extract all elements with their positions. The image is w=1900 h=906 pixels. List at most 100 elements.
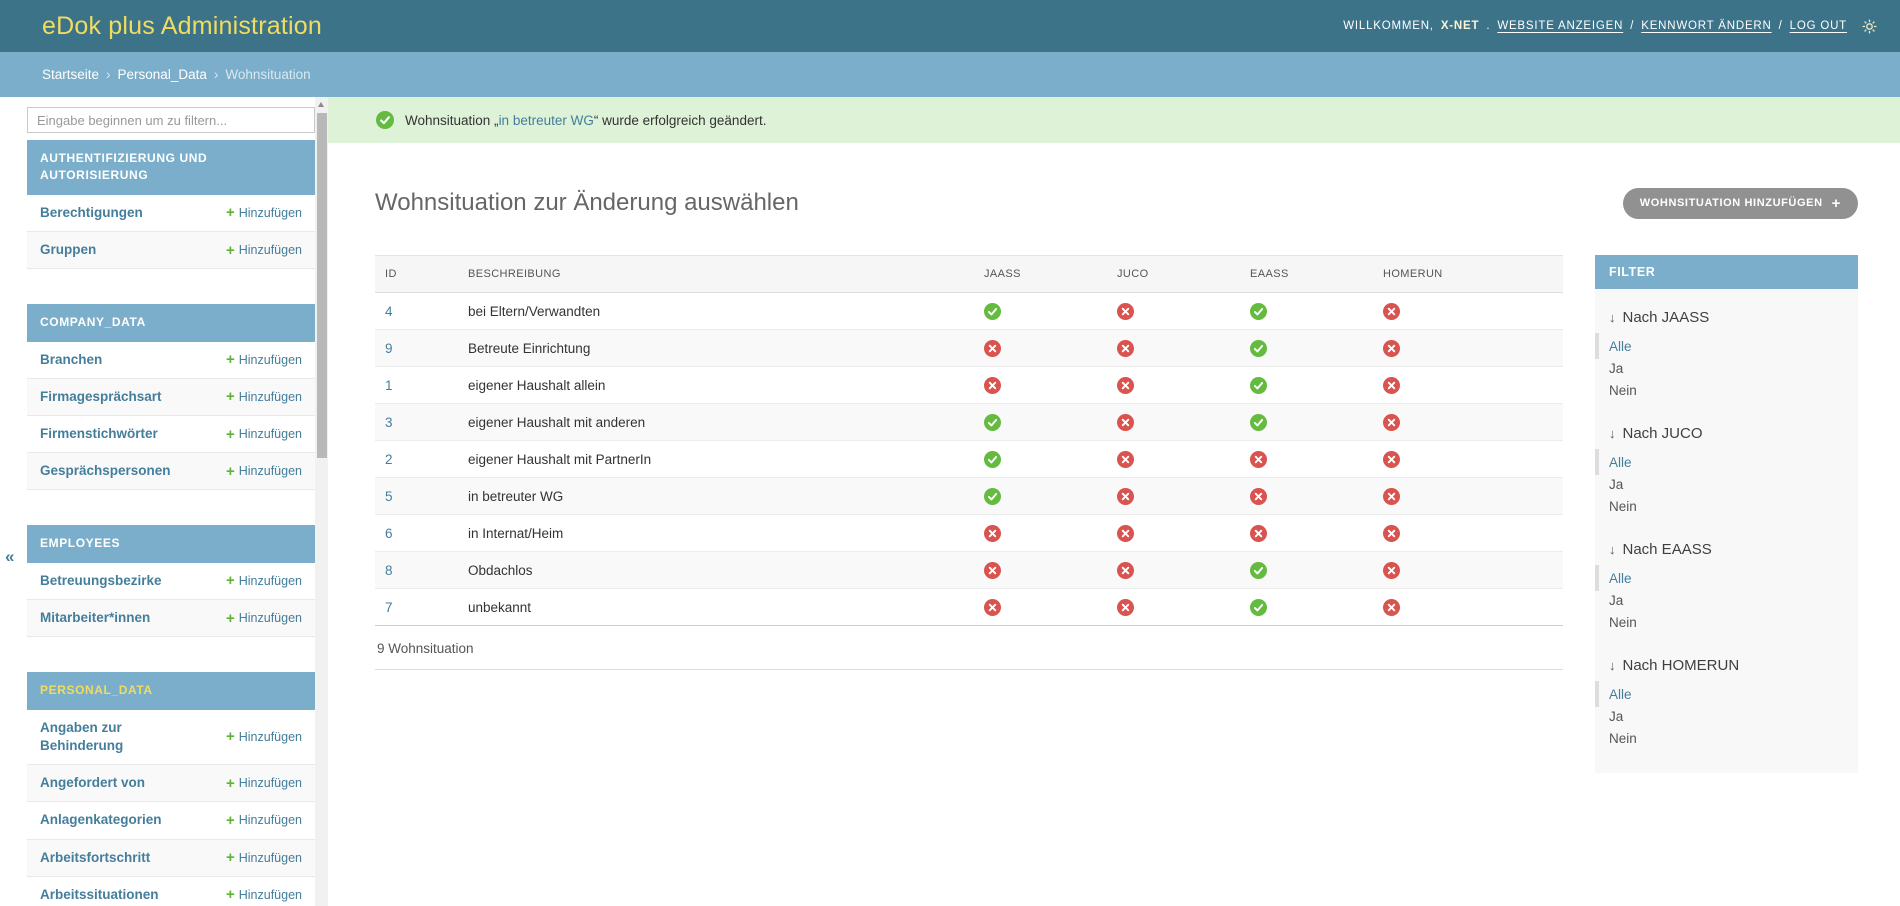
row-id-link[interactable]: 3 (385, 415, 393, 430)
user-tools: WILLKOMMEN, X-NET . WEBSITE ANZEIGEN / K… (1343, 18, 1878, 35)
filter-option[interactable]: Nein (1595, 611, 1858, 633)
filter-option[interactable]: Nein (1595, 379, 1858, 401)
row-id-link[interactable]: 6 (385, 526, 393, 541)
sidebar-item-link[interactable]: Gesprächspersonen (40, 462, 171, 480)
content-area: Wohnsituation „in betreuter WG“ wurde er… (328, 97, 1900, 906)
table-row: 6in Internat/Heim (375, 515, 1563, 552)
scrollbar-up-arrow-icon[interactable] (315, 97, 328, 111)
scrollbar-thumb[interactable] (317, 113, 327, 458)
app-title[interactable]: eDok plus Administration (42, 12, 322, 41)
filter-option[interactable]: Ja (1595, 705, 1858, 727)
filter-option[interactable]: Ja (1595, 589, 1858, 611)
sidebar-add-link[interactable]: +Hinzufügen (226, 887, 302, 902)
sidebar-item-link[interactable]: Anlagenkategorien (40, 811, 162, 829)
column-header[interactable]: JAASS (974, 256, 1107, 293)
row-id-link[interactable]: 4 (385, 304, 393, 319)
row-id-link[interactable]: 5 (385, 489, 393, 504)
filter-option[interactable]: Nein (1595, 495, 1858, 517)
sidebar-add-link[interactable]: +Hinzufügen (226, 850, 302, 865)
filter-option[interactable]: Alle (1595, 451, 1858, 473)
sidebar-add-link[interactable]: +Hinzufügen (226, 243, 302, 258)
no-icon (1117, 599, 1230, 616)
sidebar-add-link[interactable]: +Hinzufügen (226, 427, 302, 442)
column-header[interactable]: BESCHREIBUNG (458, 256, 974, 293)
message-object-link[interactable]: in betreuter WG (499, 113, 594, 128)
table-row: 5in betreuter WG (375, 478, 1563, 515)
sidebar-section-gap (27, 269, 315, 304)
sidebar-section-header[interactable]: EMPLOYEES (27, 525, 315, 562)
sidebar-add-link[interactable]: +Hinzufügen (226, 389, 302, 404)
sidebar-add-link[interactable]: +Hinzufügen (226, 205, 302, 220)
sidebar-filter-input[interactable] (27, 107, 315, 133)
sidebar-add-link[interactable]: +Hinzufügen (226, 573, 302, 588)
sidebar-item-link[interactable]: Betreuungsbezirke (40, 572, 162, 590)
add-wohnsituation-button[interactable]: WOHNSITUATION HINZUFÜGEN + (1623, 188, 1858, 219)
no-icon (1250, 451, 1363, 468)
sidebar-add-link[interactable]: +Hinzufügen (226, 464, 302, 479)
row-id-link[interactable]: 8 (385, 563, 393, 578)
sidebar-item-link[interactable]: Angaben zur Behinderung (40, 719, 198, 755)
sidebar-item-link[interactable]: Firmagesprächsart (40, 388, 162, 406)
plus-icon: + (226, 813, 235, 828)
sidebar-add-link[interactable]: +Hinzufügen (226, 611, 302, 626)
sidebar-item-link[interactable]: Branchen (40, 351, 102, 369)
filter-option[interactable]: Ja (1595, 473, 1858, 495)
page-title: Wohnsituation zur Änderung auswählen (375, 189, 799, 217)
sidebar-add-link[interactable]: +Hinzufügen (226, 813, 302, 828)
sidebar-item-link[interactable]: Gruppen (40, 241, 96, 259)
filter-option[interactable]: Alle (1595, 567, 1858, 589)
sidebar-add-link[interactable]: +Hinzufügen (226, 729, 302, 744)
yes-icon (1250, 340, 1363, 357)
sidebar-section-gap (27, 637, 315, 672)
sidebar-section-header[interactable]: AUTHENTIFIZIERUNG UND AUTORISIERUNG (27, 140, 315, 195)
row-id-link[interactable]: 7 (385, 600, 393, 615)
row-id-cell: 5 (375, 478, 458, 515)
sidebar-section-header[interactable]: COMPANY_DATA (27, 304, 315, 341)
sidebar-add-link[interactable]: +Hinzufügen (226, 352, 302, 367)
result-count: 9 Wohnsituation (375, 626, 1563, 670)
table-row: 1eigener Haushalt allein (375, 367, 1563, 404)
filter-option[interactable]: Alle (1595, 335, 1858, 357)
logout-link[interactable]: LOG OUT (1790, 20, 1847, 32)
breadcrumb-home[interactable]: Startseite (42, 67, 99, 82)
table-row: 9Betreute Einrichtung (375, 330, 1563, 367)
table-row: 4bei Eltern/Verwandten (375, 293, 1563, 330)
sidebar-item-link[interactable]: Angefordert von (40, 774, 145, 792)
sidebar-item-link[interactable]: Firmenstichwörter (40, 425, 158, 443)
row-flag-cell (1107, 404, 1240, 441)
column-header[interactable]: HOMERUN (1373, 256, 1563, 293)
change-password-link[interactable]: KENNWORT ÄNDERN (1641, 20, 1771, 32)
add-label: Hinzufügen (239, 574, 302, 588)
arrow-down-icon: ↓ (1609, 426, 1616, 441)
sidebar-section-header[interactable]: PERSONAL_DATA (27, 672, 315, 709)
filter-option[interactable]: Ja (1595, 357, 1858, 379)
arrow-down-icon: ↓ (1609, 658, 1616, 673)
message-text: Wohnsituation „in betreuter WG“ wurde er… (405, 113, 766, 128)
sidebar-collapse-icon[interactable]: « (5, 547, 14, 567)
row-id-link[interactable]: 9 (385, 341, 393, 356)
filter-group-title: ↓Nach EAASS (1595, 541, 1858, 558)
row-flag-cell (1240, 367, 1373, 404)
sidebar-item-link[interactable]: Mitarbeiter*innen (40, 609, 150, 627)
sidebar-add-link[interactable]: +Hinzufügen (226, 776, 302, 791)
sidebar-item-link[interactable]: Arbeitsfortschritt (40, 849, 150, 867)
row-id-link[interactable]: 1 (385, 378, 393, 393)
filter-option[interactable]: Alle (1595, 683, 1858, 705)
column-header[interactable]: EAASS (1240, 256, 1373, 293)
row-flag-cell (1373, 293, 1563, 330)
no-icon (1117, 340, 1230, 357)
column-header[interactable]: ID (375, 256, 458, 293)
plus-icon: + (226, 352, 235, 367)
breadcrumb-app[interactable]: Personal_Data (118, 67, 207, 82)
filter-option[interactable]: Nein (1595, 727, 1858, 749)
row-flag-cell (974, 552, 1107, 589)
sidebar-item-link[interactable]: Arbeitssituationen (40, 886, 159, 904)
view-site-link[interactable]: WEBSITE ANZEIGEN (1497, 20, 1623, 32)
row-id-cell: 9 (375, 330, 458, 367)
sidebar-item-link[interactable]: Berechtigungen (40, 204, 143, 222)
sun-icon[interactable] (1861, 18, 1878, 35)
row-id-link[interactable]: 2 (385, 452, 393, 467)
column-header[interactable]: JUCO (1107, 256, 1240, 293)
row-flag-cell (1240, 441, 1373, 478)
yes-icon (984, 451, 1097, 468)
